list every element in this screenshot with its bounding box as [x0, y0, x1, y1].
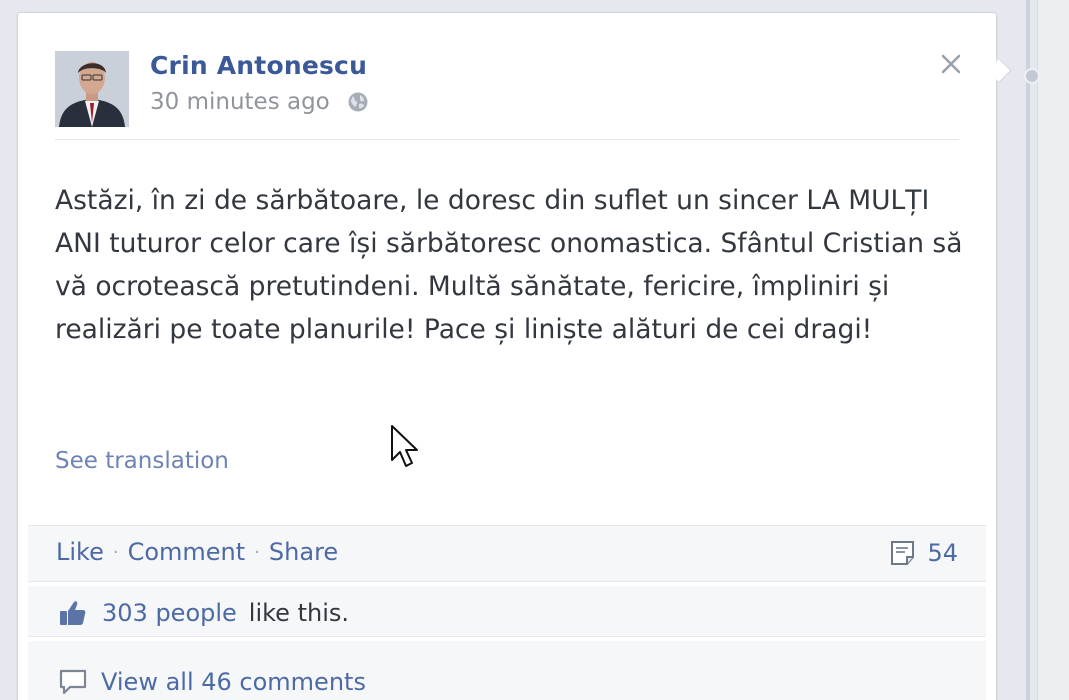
timeline-column-edge: [1037, 0, 1069, 700]
post-card: Crin Antonescu 30 minutes ago Astăzi, în…: [17, 12, 997, 700]
post-meta: 30 minutes ago: [150, 89, 370, 115]
speech-bubble-icon: [56, 665, 90, 699]
post-text: Astăzi, în zi de sărbătoare, le doresc d…: [55, 185, 963, 345]
likes-summary: 303 people like this.: [56, 596, 349, 630]
likes-people-link[interactable]: 303 people: [102, 599, 237, 627]
see-translation-link[interactable]: See translation: [55, 448, 229, 474]
likes-suffix: like this.: [248, 599, 349, 627]
header-divider: [55, 139, 959, 140]
share-link[interactable]: Share: [269, 538, 338, 566]
timeline-spine: [1026, 0, 1030, 700]
view-all-comments-link[interactable]: View all 46 comments: [101, 668, 366, 696]
timeline-dot: [1024, 68, 1040, 84]
author-avatar[interactable]: [55, 51, 129, 127]
action-separator: ·: [112, 541, 119, 563]
comment-link[interactable]: Comment: [128, 538, 246, 566]
author-name[interactable]: Crin Antonescu: [150, 51, 367, 80]
post-action-bar: Like · Comment · Share 54: [28, 525, 986, 582]
comment-bubble-icon: [888, 538, 918, 568]
like-link[interactable]: Like: [56, 538, 104, 566]
post-actions: Like · Comment · Share: [56, 538, 338, 566]
comment-count[interactable]: 54: [888, 538, 958, 568]
comment-count-value: 54: [927, 539, 958, 567]
avatar-portrait: [55, 51, 129, 127]
timeline-page: Crin Antonescu 30 minutes ago Astăzi, în…: [0, 0, 1069, 700]
comments-summary: View all 46 comments: [56, 665, 366, 699]
post-timestamp[interactable]: 30 minutes ago: [150, 89, 330, 115]
likes-row: 303 people like this.: [28, 586, 986, 637]
globe-icon[interactable]: [346, 90, 370, 114]
comments-row: View all 46 comments: [28, 641, 986, 700]
close-icon[interactable]: [936, 49, 966, 79]
thumbs-up-icon: [56, 596, 90, 630]
action-separator: ·: [254, 541, 260, 563]
